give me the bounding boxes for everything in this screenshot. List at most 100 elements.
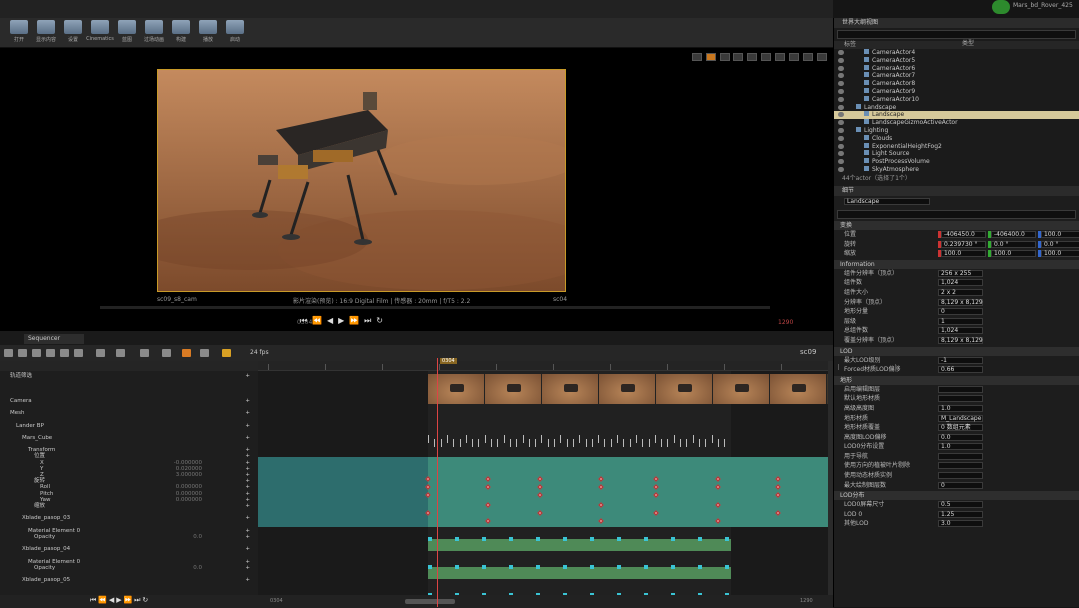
property-value-field[interactable]: [938, 452, 983, 460]
lod-section[interactable]: LOD: [834, 346, 1079, 356]
opacity-track-bar[interactable]: [428, 539, 731, 551]
transform-y-field[interactable]: 100.0: [991, 250, 1036, 258]
keyframe[interactable]: [775, 510, 781, 516]
settings-icon[interactable]: [74, 349, 83, 357]
property-value-field[interactable]: 8,129 x 8,129: [938, 336, 983, 344]
toolbar-button[interactable]: 设置: [58, 20, 88, 46]
visibility-eye-icon[interactable]: [838, 159, 844, 165]
keyframe[interactable]: [537, 484, 543, 490]
keyframe[interactable]: [653, 492, 659, 498]
visibility-eye-icon[interactable]: [838, 57, 844, 63]
toolbar-button[interactable]: 播放: [193, 20, 223, 46]
keyframe[interactable]: [485, 502, 491, 508]
keyframe[interactable]: [598, 518, 604, 524]
visibility-eye-icon[interactable]: [838, 96, 844, 102]
actor-name-field[interactable]: Landscape: [844, 198, 930, 205]
outliner-row[interactable]: SkyAtmosphere: [834, 165, 1079, 174]
property-value-field[interactable]: 1: [938, 317, 983, 325]
visibility-eye-icon[interactable]: [838, 135, 844, 141]
rotate-mode-icon[interactable]: [719, 53, 730, 61]
outliner-row[interactable]: Lighting: [834, 126, 1079, 135]
outliner-row[interactable]: Clouds: [834, 134, 1079, 143]
fps-label[interactable]: 24 fps: [250, 349, 269, 356]
information-section[interactable]: Information: [834, 259, 1079, 269]
visibility-eye-icon[interactable]: [838, 112, 844, 118]
level-viewport[interactable]: sc09_s8_cam 影片渲染(预览) : 16:9 Digital Film…: [0, 48, 833, 330]
keyframe[interactable]: [715, 476, 721, 482]
outliner-row[interactable]: CameraActor9: [834, 87, 1079, 96]
property-value-field[interactable]: 0.0: [938, 433, 983, 441]
outliner-col-type[interactable]: 类型: [962, 38, 974, 47]
keyframe[interactable]: [598, 476, 604, 482]
opacity-keyframe[interactable]: [509, 565, 513, 569]
keyframe[interactable]: [537, 492, 543, 498]
opacity-keyframe[interactable]: [590, 565, 594, 569]
outliner-row[interactable]: CameraActor8: [834, 80, 1079, 88]
property-value-field[interactable]: [938, 472, 983, 480]
property-value-field[interactable]: 3.0: [938, 520, 983, 528]
reverse-icon[interactable]: ◀: [327, 316, 333, 325]
keyframe[interactable]: [775, 492, 781, 498]
track-row[interactable]: Xblade_pasop_05 +: [0, 577, 258, 583]
outliner-search-input[interactable]: [837, 30, 1076, 39]
keyframe[interactable]: [598, 484, 604, 490]
playback-icon[interactable]: [140, 349, 149, 357]
property-value-field[interactable]: 8,129 x 8,129: [938, 298, 983, 306]
opacity-keyframe[interactable]: [563, 565, 567, 569]
save-icon[interactable]: [4, 349, 13, 357]
property-value-field[interactable]: -1: [938, 356, 983, 364]
opacity-keyframe[interactable]: [482, 565, 486, 569]
outliner-row[interactable]: CameraActor10: [834, 95, 1079, 104]
seq-reverse-icon[interactable]: ◀: [109, 596, 114, 604]
property-value-field[interactable]: 256 x 255: [938, 269, 983, 277]
find-icon[interactable]: [18, 349, 27, 357]
opacity-keyframe[interactable]: [725, 565, 729, 569]
property-value-field[interactable]: 1.25: [938, 510, 983, 518]
property-value-field[interactable]: 1,024: [938, 327, 983, 335]
opacity-track-bar[interactable]: [428, 567, 731, 579]
transform-y-field[interactable]: 0.0 °: [991, 240, 1036, 248]
outliner-row[interactable]: Landscape: [834, 111, 1079, 120]
prev-key-icon[interactable]: ⏪: [312, 316, 322, 325]
transform-x-field[interactable]: 100.0: [941, 250, 986, 258]
keyframe[interactable]: [715, 484, 721, 490]
maximize-icon[interactable]: [817, 53, 827, 61]
transform-z-field[interactable]: 100.0: [1041, 250, 1079, 258]
visibility-eye-icon[interactable]: [838, 104, 844, 110]
keyframe[interactable]: [653, 510, 659, 516]
world-icon[interactable]: [747, 53, 758, 61]
move-mode-icon[interactable]: [705, 53, 716, 61]
toolbar-button[interactable]: 过场动画: [139, 20, 169, 46]
curve-icon[interactable]: [162, 349, 171, 357]
property-value-field[interactable]: M_Landscape: [938, 414, 983, 422]
opacity-keyframe[interactable]: [428, 565, 432, 569]
transform-section[interactable]: 变换: [834, 221, 1079, 230]
property-value-field[interactable]: [938, 395, 983, 403]
sequencer-tab[interactable]: Sequencer: [24, 334, 84, 344]
track-search-input[interactable]: [0, 361, 258, 371]
opacity-keyframe[interactable]: [725, 537, 729, 541]
transform-z-field[interactable]: 0.0 °: [1041, 240, 1079, 248]
property-value-field[interactable]: [938, 385, 983, 393]
outliner-row[interactable]: ExponentialHeightFog2: [834, 142, 1079, 151]
visibility-eye-icon[interactable]: [838, 81, 844, 87]
visibility-eye-icon[interactable]: [838, 50, 844, 55]
opacity-keyframe[interactable]: [617, 537, 621, 541]
snap-icon[interactable]: [200, 349, 209, 357]
opacity-keyframe[interactable]: [455, 565, 459, 569]
property-value-field[interactable]: 0.66: [938, 366, 983, 374]
opacity-keyframe[interactable]: [590, 537, 594, 541]
visibility-eye-icon[interactable]: [838, 143, 844, 149]
keyframe[interactable]: [653, 484, 659, 490]
opacity-keyframe[interactable]: [536, 537, 540, 541]
opacity-keyframe[interactable]: [617, 565, 621, 569]
keyframe[interactable]: [537, 476, 543, 482]
outliner-row[interactable]: PostProcessVolume: [834, 158, 1079, 166]
keyframe[interactable]: [715, 518, 721, 524]
grid-snap-icon[interactable]: [761, 53, 772, 61]
keyframe[interactable]: [715, 502, 721, 508]
user-avatar-icon[interactable]: [992, 0, 1010, 14]
transform-x-field[interactable]: -406450.0: [941, 231, 986, 238]
keyframe[interactable]: [775, 476, 781, 482]
opacity-keyframe[interactable]: [563, 537, 567, 541]
